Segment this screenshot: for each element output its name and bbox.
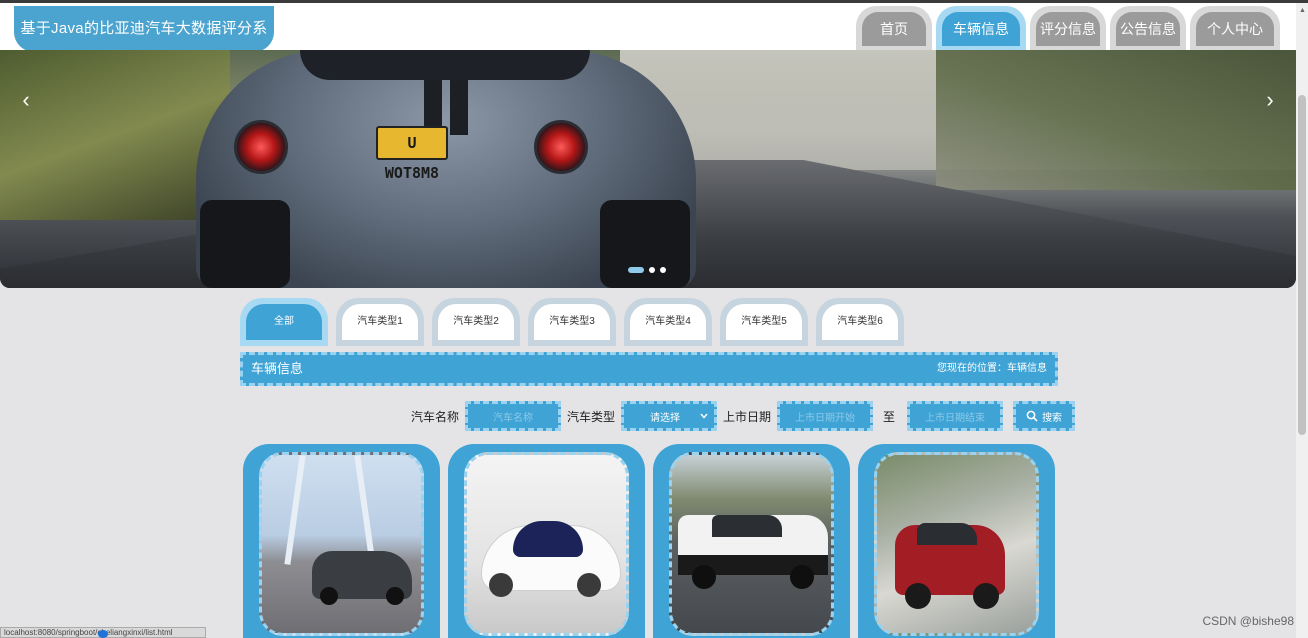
- car-type-label: 汽车类型: [567, 409, 616, 424]
- banner-taillight-right: [534, 120, 588, 174]
- chevron-down-icon: [700, 413, 708, 419]
- vehicle-image[interactable]: [669, 452, 834, 636]
- vehicle-card[interactable]: [858, 444, 1055, 638]
- date-range-separator: 至: [883, 409, 896, 424]
- tab-car-type-3[interactable]: 汽车类型3: [528, 298, 616, 346]
- nav-announcements[interactable]: 公告信息: [1110, 6, 1186, 52]
- site-header: 基于Java的比亚迪汽车大数据评分系统 首页 车辆信息 评分信息 公告信息 个人…: [0, 3, 1296, 83]
- chevron-right-icon[interactable]: ›: [1258, 88, 1282, 112]
- release-date-end-input[interactable]: 上市日期结束: [907, 401, 1004, 431]
- tab-all[interactable]: 全部: [240, 298, 328, 346]
- vehicle-card[interactable]: [448, 444, 645, 638]
- tab-car-type-4[interactable]: 汽车类型4: [624, 298, 712, 346]
- nav-home[interactable]: 首页: [856, 6, 932, 52]
- carousel-dot[interactable]: [649, 267, 655, 273]
- vehicle-list: [243, 444, 1055, 638]
- search-button[interactable]: 搜索: [1013, 401, 1076, 431]
- banner-license-plate: U WOT8M8: [376, 126, 448, 182]
- vehicle-image[interactable]: [259, 452, 424, 636]
- banner-carousel: U WOT8M8 ‹ ›: [0, 50, 1296, 288]
- vehicle-image[interactable]: [464, 452, 629, 636]
- scrollbar-thumb[interactable]: [1298, 95, 1306, 435]
- vehicle-card[interactable]: [243, 444, 440, 638]
- page-scrollbar[interactable]: ▲: [1296, 3, 1308, 638]
- carousel-dot[interactable]: [660, 267, 666, 273]
- search-button-label: 搜索: [1042, 412, 1063, 424]
- top-nav: 首页 车辆信息 评分信息 公告信息 个人中心: [856, 6, 1280, 52]
- category-tabs: 全部 汽车类型1 汽车类型2 汽车类型3 汽车类型4 汽车类型5 汽车类型6: [240, 298, 904, 346]
- section-title: 车辆信息: [251, 361, 304, 376]
- car-type-select[interactable]: 请选择: [621, 401, 718, 431]
- breadcrumb: 您现在的位置：车辆信息: [937, 363, 1047, 374]
- banner-taillight-left: [234, 120, 288, 174]
- nav-rating-info[interactable]: 评分信息: [1030, 6, 1106, 52]
- chevron-left-icon[interactable]: ‹: [14, 88, 38, 112]
- banner-trees-right: [936, 50, 1296, 190]
- release-date-label: 上市日期: [723, 409, 772, 424]
- site-title: 基于Java的比亚迪汽车大数据评分系统: [14, 6, 274, 83]
- banner-car-window: [300, 50, 590, 80]
- status-indicator-icon: [98, 630, 108, 638]
- tab-car-type-5[interactable]: 汽车类型5: [720, 298, 808, 346]
- car-name-label: 汽车名称: [411, 409, 460, 424]
- nav-personal-center[interactable]: 个人中心: [1190, 6, 1280, 52]
- watermark: CSDN @bishe98: [1202, 614, 1294, 628]
- car-type-selected: 请选择: [650, 412, 681, 424]
- tab-car-type-2[interactable]: 汽车类型2: [432, 298, 520, 346]
- car-name-input[interactable]: 汽车名称: [465, 401, 562, 431]
- section-header: 车辆信息 您现在的位置：车辆信息: [240, 352, 1058, 386]
- banner-car-stripe: [450, 80, 468, 135]
- carousel-pagination: [628, 267, 666, 273]
- vehicle-image[interactable]: [874, 452, 1039, 636]
- tab-car-type-1[interactable]: 汽车类型1: [336, 298, 424, 346]
- banner-wheel-right: [600, 200, 690, 288]
- release-date-start-input[interactable]: 上市日期开始: [777, 401, 874, 431]
- search-form: 汽车名称 汽车名称 汽车类型 请选择 上市日期 上市日期开始 至 上市日期结束 …: [411, 400, 1076, 432]
- carousel-dot[interactable]: [628, 267, 644, 273]
- search-icon: [1026, 410, 1038, 422]
- tab-car-type-6[interactable]: 汽车类型6: [816, 298, 904, 346]
- vehicle-card[interactable]: [653, 444, 850, 638]
- scroll-up-icon[interactable]: ▲: [1299, 7, 1306, 14]
- nav-vehicle-info[interactable]: 车辆信息: [936, 6, 1026, 52]
- banner-wheel-left: [200, 200, 290, 288]
